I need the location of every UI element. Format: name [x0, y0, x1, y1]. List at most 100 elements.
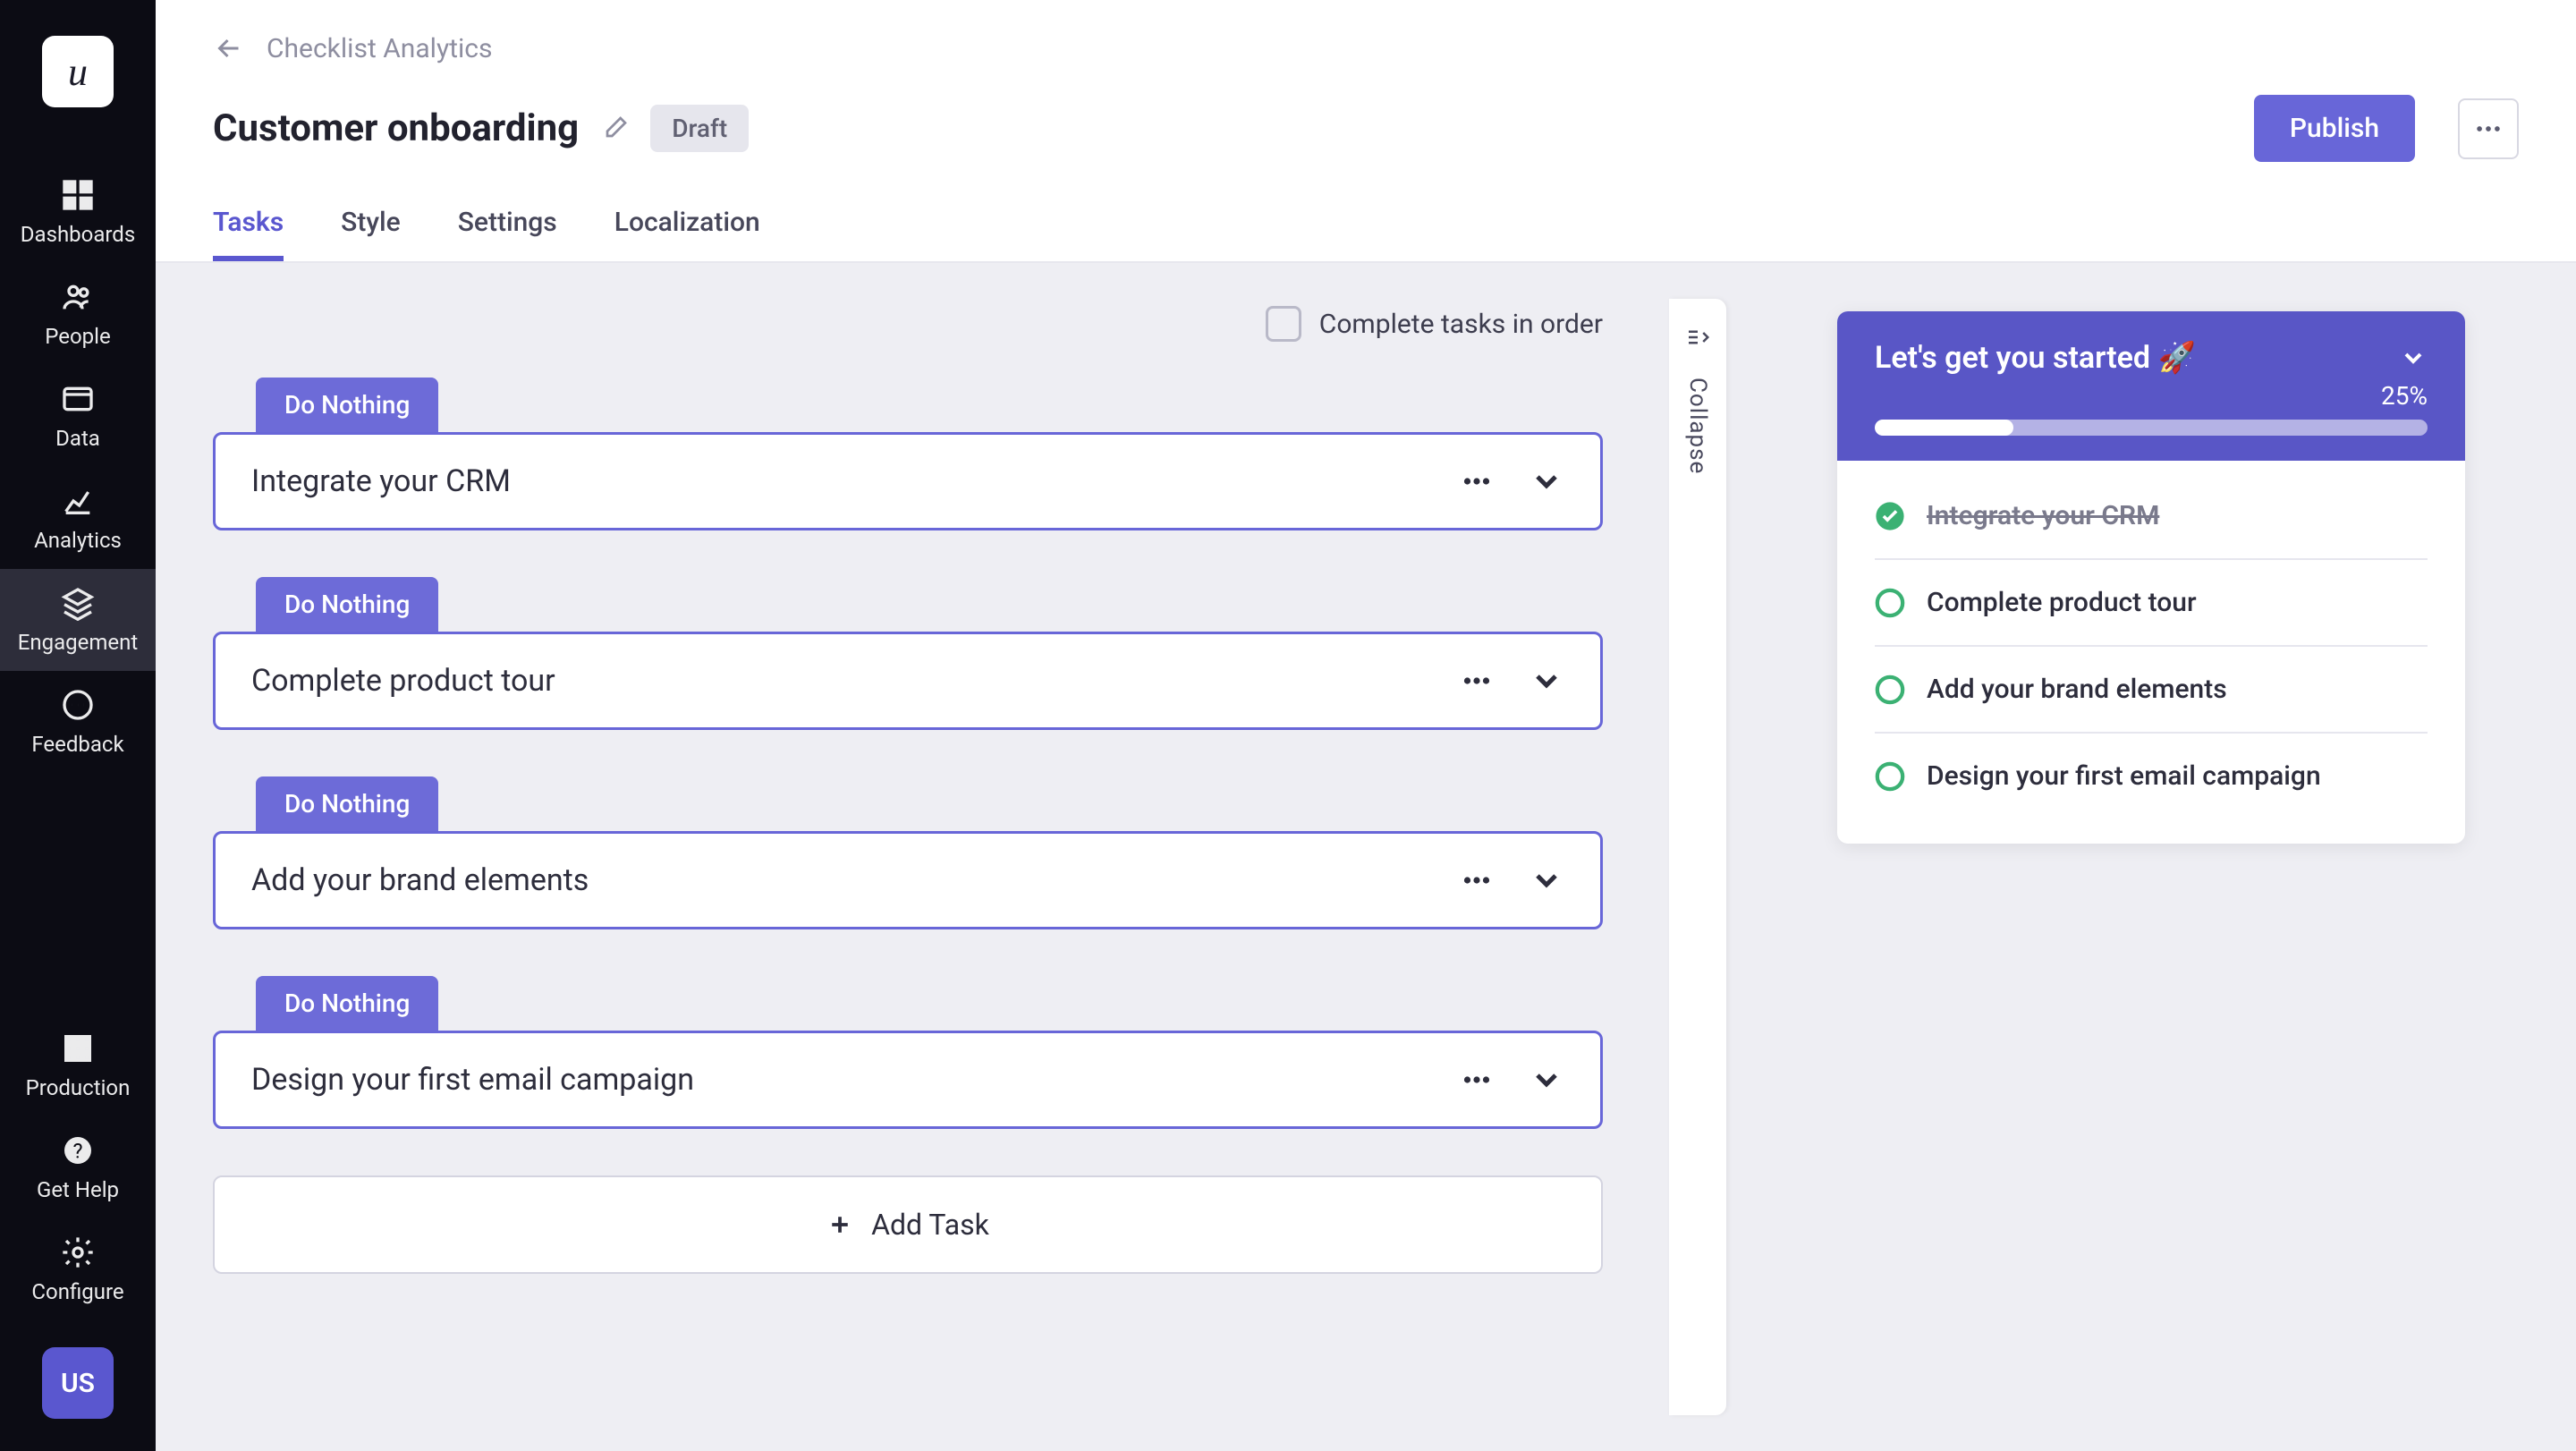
sidebar-item-label: Engagement: [18, 630, 139, 655]
task-more-icon[interactable]: [1461, 465, 1493, 497]
collapse-label: Collapse: [1684, 378, 1711, 474]
back-arrow-icon[interactable]: [213, 32, 245, 64]
progress-fill: [1875, 420, 2013, 436]
sidebar-item-label: People: [45, 324, 110, 349]
edit-icon[interactable]: [600, 115, 629, 143]
preview-column: Let's get you started 🚀 25% Integrate yo…: [1726, 263, 2576, 1451]
preview-item[interactable]: Complete product tour: [1875, 560, 2428, 647]
collapse-rail[interactable]: Collapse: [1669, 299, 1726, 1415]
task-card[interactable]: Integrate your CRM: [213, 432, 1603, 530]
task-tag[interactable]: Do Nothing: [256, 378, 438, 432]
plus-icon: [826, 1211, 853, 1238]
data-icon: [60, 381, 96, 417]
task-tag[interactable]: Do Nothing: [256, 776, 438, 831]
tab-tasks[interactable]: Tasks: [213, 207, 284, 261]
order-checkbox[interactable]: [1266, 306, 1301, 342]
people-icon: [60, 279, 96, 315]
app-logo: u: [42, 36, 114, 107]
add-task-label: Add Task: [871, 1208, 989, 1242]
tabs: Tasks Style Settings Localization: [213, 207, 2519, 261]
preview-item[interactable]: Add your brand elements: [1875, 647, 2428, 734]
sidebar-item-analytics[interactable]: Analytics: [0, 467, 156, 569]
preview-item[interactable]: Integrate your CRM: [1875, 473, 2428, 560]
preview-item-label: Integrate your CRM: [1927, 500, 2159, 531]
chevron-down-icon[interactable]: [1529, 1062, 1564, 1098]
gear-icon: [60, 1235, 96, 1270]
page-title: Customer onboarding: [213, 106, 579, 150]
task-more-icon[interactable]: [1461, 665, 1493, 697]
sidebar-item-production[interactable]: Production: [0, 1014, 156, 1116]
preview-item-label: Design your first email campaign: [1927, 760, 2321, 792]
task-tag[interactable]: Do Nothing: [256, 976, 438, 1031]
sidebar-item-label: Analytics: [34, 528, 122, 553]
sidebar-item-engagement[interactable]: Engagement: [0, 569, 156, 671]
preview-item[interactable]: Design your first email campaign: [1875, 734, 2428, 819]
check-circle-icon: [1875, 501, 1905, 531]
list-collapse-icon: [1684, 324, 1711, 351]
sidebar-item-help[interactable]: ? Get Help: [0, 1116, 156, 1218]
task-more-icon[interactable]: [1461, 864, 1493, 896]
sidebar-item-label: Configure: [31, 1279, 123, 1304]
tab-style[interactable]: Style: [341, 207, 401, 261]
editor-column: Complete tasks in order Do Nothing Integ…: [156, 263, 1726, 1451]
preview-item-label: Add your brand elements: [1927, 674, 2227, 705]
more-menu-button[interactable]: [2458, 98, 2519, 159]
sidebar-item-label: Dashboards: [21, 222, 135, 247]
chevron-down-icon[interactable]: [1529, 862, 1564, 898]
order-label: Complete tasks in order: [1319, 309, 1603, 340]
task-block: Do Nothing Integrate your CRM: [213, 378, 1603, 530]
dashboard-icon: [60, 177, 96, 213]
body: Complete tasks in order Do Nothing Integ…: [156, 263, 2576, 1451]
editor-scroll[interactable]: Complete tasks in order Do Nothing Integ…: [156, 263, 1669, 1451]
preview-percent: 25%: [1875, 381, 2428, 411]
task-card[interactable]: Design your first email campaign: [213, 1031, 1603, 1129]
avatar[interactable]: US: [42, 1347, 114, 1419]
sidebar-item-configure[interactable]: Configure: [0, 1218, 156, 1320]
task-block: Do Nothing Complete product tour: [213, 577, 1603, 730]
help-icon: ?: [60, 1133, 96, 1168]
svg-text:?: ?: [72, 1138, 82, 1163]
sidebar-item-label: Data: [55, 426, 100, 451]
task-block: Do Nothing Design your first email campa…: [213, 976, 1603, 1129]
publish-button[interactable]: Publish: [2254, 95, 2415, 162]
task-title: Design your first email campaign: [251, 1062, 694, 1098]
engagement-icon: [60, 585, 96, 621]
chevron-down-icon[interactable]: [1529, 663, 1564, 699]
sidebar-item-label: Feedback: [31, 732, 123, 757]
circle-icon: [1875, 675, 1905, 705]
grid-icon: [60, 1031, 96, 1066]
breadcrumb-label: Checklist Analytics: [267, 33, 492, 64]
main: Checklist Analytics Customer onboarding …: [156, 0, 2576, 1451]
status-badge: Draft: [650, 105, 749, 152]
header: Checklist Analytics Customer onboarding …: [156, 0, 2576, 263]
preview-list: Integrate your CRM Complete product tour…: [1837, 461, 2465, 844]
task-block: Do Nothing Add your brand elements: [213, 776, 1603, 929]
sidebar-item-people[interactable]: People: [0, 263, 156, 365]
chevron-down-icon[interactable]: [1529, 463, 1564, 499]
task-tag[interactable]: Do Nothing: [256, 577, 438, 632]
task-more-icon[interactable]: [1461, 1064, 1493, 1096]
sidebar: u Dashboards People Data Analytics Engag…: [0, 0, 156, 1451]
sidebar-item-label: Get Help: [37, 1177, 119, 1202]
task-title: Integrate your CRM: [251, 463, 511, 499]
preview-header: Let's get you started 🚀 25%: [1837, 311, 2465, 461]
circle-icon: [1875, 761, 1905, 792]
progress-bar: [1875, 420, 2428, 436]
complete-in-order-row: Complete tasks in order: [213, 306, 1603, 342]
sidebar-item-dashboards[interactable]: Dashboards: [0, 161, 156, 263]
tab-settings[interactable]: Settings: [458, 207, 557, 261]
sidebar-item-feedback[interactable]: Feedback: [0, 671, 156, 773]
task-card[interactable]: Complete product tour: [213, 632, 1603, 730]
task-card[interactable]: Add your brand elements: [213, 831, 1603, 929]
preview-title: Let's get you started 🚀: [1875, 340, 2399, 376]
task-title: Add your brand elements: [251, 862, 589, 898]
chevron-down-icon[interactable]: [2399, 344, 2428, 372]
add-task-button[interactable]: Add Task: [213, 1175, 1603, 1274]
breadcrumb[interactable]: Checklist Analytics: [213, 32, 2519, 64]
sidebar-item-label: Production: [26, 1075, 131, 1100]
dots-icon: [2473, 114, 2504, 144]
task-title: Complete product tour: [251, 663, 555, 699]
sidebar-item-data[interactable]: Data: [0, 365, 156, 467]
preview-item-label: Complete product tour: [1927, 587, 2197, 618]
tab-localization[interactable]: Localization: [614, 207, 760, 261]
